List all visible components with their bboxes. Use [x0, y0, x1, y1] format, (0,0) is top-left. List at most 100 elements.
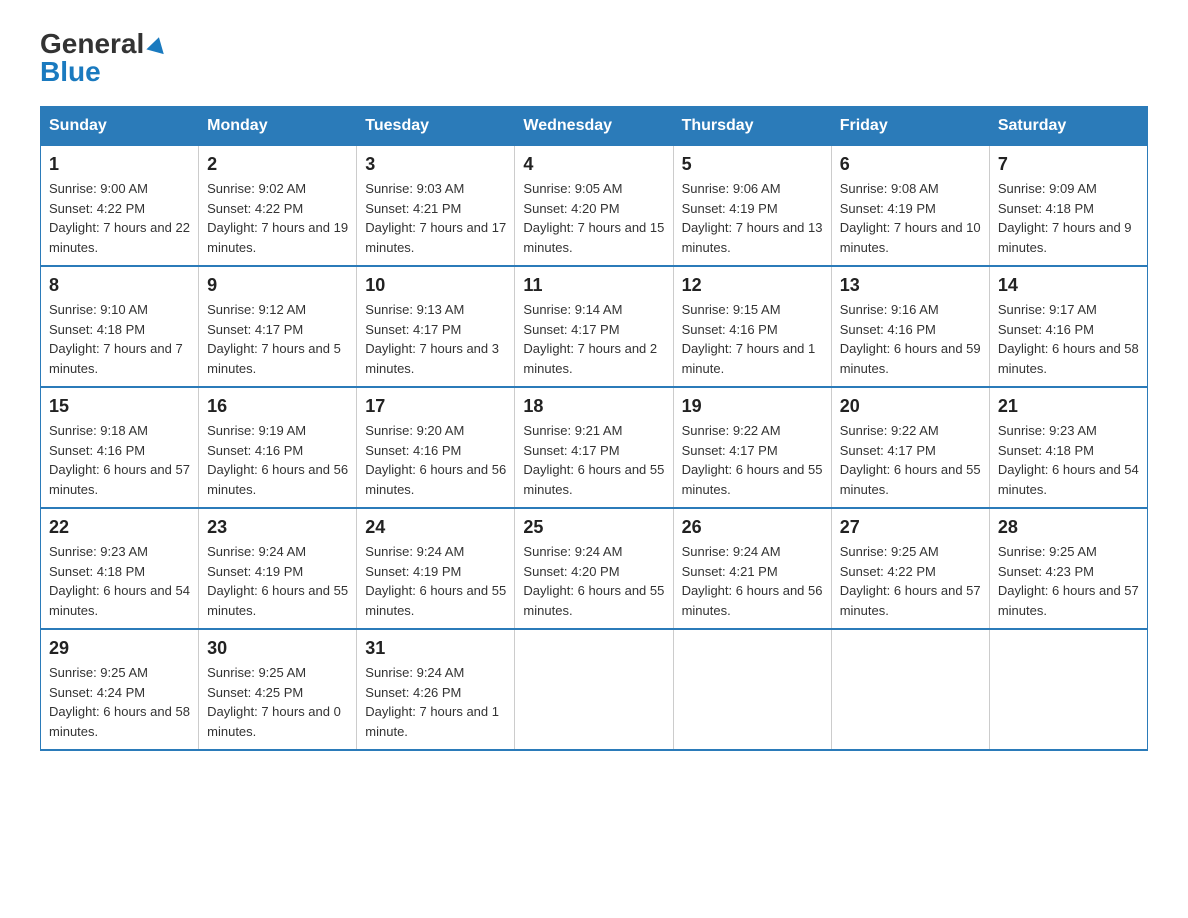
header-wednesday: Wednesday	[515, 107, 673, 146]
calendar-cell: 24 Sunrise: 9:24 AMSunset: 4:19 PMDayligh…	[357, 508, 515, 629]
calendar-cell: 27 Sunrise: 9:25 AMSunset: 4:22 PMDayligh…	[831, 508, 989, 629]
calendar-cell: 25Sunrise: 9:24 AMSunset: 4:20 PMDayligh…	[515, 508, 673, 629]
calendar-cell: 14 Sunrise: 9:17 AMSunset: 4:16 PMDayligh…	[989, 266, 1147, 387]
calendar-table: SundayMondayTuesdayWednesdayThursdayFrid…	[40, 106, 1148, 751]
day-number: 22	[49, 517, 190, 538]
day-info: Sunrise: 9:23 AMSunset: 4:18 PMDaylight:…	[998, 423, 1139, 497]
day-info: Sunrise: 9:24 AMSunset: 4:19 PMDaylight:…	[365, 544, 506, 618]
calendar-cell: 1 Sunrise: 9:00 AMSunset: 4:22 PMDaylight…	[41, 146, 199, 267]
day-number: 28	[998, 517, 1139, 538]
day-number: 18	[523, 396, 664, 417]
calendar-cell: 30Sunrise: 9:25 AMSunset: 4:25 PMDayligh…	[199, 629, 357, 750]
day-info: Sunrise: 9:20 AMSunset: 4:16 PMDaylight:…	[365, 423, 506, 497]
day-info: Sunrise: 9:23 AMSunset: 4:18 PMDaylight:…	[49, 544, 190, 618]
day-info: Sunrise: 9:18 AMSunset: 4:16 PMDaylight:…	[49, 423, 190, 497]
calendar-cell: 2Sunrise: 9:02 AMSunset: 4:22 PMDaylight…	[199, 146, 357, 267]
calendar-cell: 19 Sunrise: 9:22 AMSunset: 4:17 PMDayligh…	[673, 387, 831, 508]
header-friday: Friday	[831, 107, 989, 146]
header-saturday: Saturday	[989, 107, 1147, 146]
calendar-cell: 21 Sunrise: 9:23 AMSunset: 4:18 PMDayligh…	[989, 387, 1147, 508]
calendar-cell: 5 Sunrise: 9:06 AMSunset: 4:19 PMDaylight…	[673, 146, 831, 267]
day-number: 4	[523, 154, 664, 175]
day-number: 19	[682, 396, 823, 417]
day-number: 15	[49, 396, 190, 417]
day-number: 21	[998, 396, 1139, 417]
day-number: 7	[998, 154, 1139, 175]
calendar-cell: 12Sunrise: 9:15 AMSunset: 4:16 PMDayligh…	[673, 266, 831, 387]
day-info: Sunrise: 9:05 AMSunset: 4:20 PMDaylight:…	[523, 181, 664, 255]
day-info: Sunrise: 9:21 AMSunset: 4:17 PMDaylight:…	[523, 423, 664, 497]
calendar-cell: 9Sunrise: 9:12 AMSunset: 4:17 PMDaylight…	[199, 266, 357, 387]
day-info: Sunrise: 9:24 AMSunset: 4:21 PMDaylight:…	[682, 544, 823, 618]
header-tuesday: Tuesday	[357, 107, 515, 146]
day-info: Sunrise: 9:10 AMSunset: 4:18 PMDaylight:…	[49, 302, 183, 376]
day-info: Sunrise: 9:25 AMSunset: 4:25 PMDaylight:…	[207, 665, 341, 739]
day-number: 10	[365, 275, 506, 296]
page-header: General Blue	[40, 30, 1148, 86]
calendar-header-row: SundayMondayTuesdayWednesdayThursdayFrid…	[41, 107, 1148, 146]
day-number: 5	[682, 154, 823, 175]
calendar-cell: 11 Sunrise: 9:14 AMSunset: 4:17 PMDayligh…	[515, 266, 673, 387]
header-monday: Monday	[199, 107, 357, 146]
day-number: 24	[365, 517, 506, 538]
calendar-week-row: 15 Sunrise: 9:18 AMSunset: 4:16 PMDayligh…	[41, 387, 1148, 508]
calendar-cell	[989, 629, 1147, 750]
day-number: 6	[840, 154, 981, 175]
day-info: Sunrise: 9:15 AMSunset: 4:16 PMDaylight:…	[682, 302, 816, 376]
day-info: Sunrise: 9:19 AMSunset: 4:16 PMDaylight:…	[207, 423, 348, 497]
day-info: Sunrise: 9:00 AMSunset: 4:22 PMDaylight:…	[49, 181, 190, 255]
day-info: Sunrise: 9:25 AMSunset: 4:22 PMDaylight:…	[840, 544, 981, 618]
day-info: Sunrise: 9:08 AMSunset: 4:19 PMDaylight:…	[840, 181, 981, 255]
calendar-cell	[515, 629, 673, 750]
day-number: 1	[49, 154, 190, 175]
day-info: Sunrise: 9:02 AMSunset: 4:22 PMDaylight:…	[207, 181, 348, 255]
day-number: 27	[840, 517, 981, 538]
calendar-cell: 26 Sunrise: 9:24 AMSunset: 4:21 PMDayligh…	[673, 508, 831, 629]
calendar-cell: 6 Sunrise: 9:08 AMSunset: 4:19 PMDaylight…	[831, 146, 989, 267]
calendar-week-row: 29 Sunrise: 9:25 AMSunset: 4:24 PMDayligh…	[41, 629, 1148, 750]
day-number: 20	[840, 396, 981, 417]
calendar-cell: 28Sunrise: 9:25 AMSunset: 4:23 PMDayligh…	[989, 508, 1147, 629]
calendar-cell: 20Sunrise: 9:22 AMSunset: 4:17 PMDayligh…	[831, 387, 989, 508]
day-number: 29	[49, 638, 190, 659]
calendar-cell: 13Sunrise: 9:16 AMSunset: 4:16 PMDayligh…	[831, 266, 989, 387]
day-number: 11	[523, 275, 664, 296]
header-thursday: Thursday	[673, 107, 831, 146]
calendar-cell: 23 Sunrise: 9:24 AMSunset: 4:19 PMDayligh…	[199, 508, 357, 629]
day-info: Sunrise: 9:25 AMSunset: 4:24 PMDaylight:…	[49, 665, 190, 739]
day-info: Sunrise: 9:14 AMSunset: 4:17 PMDaylight:…	[523, 302, 657, 376]
day-info: Sunrise: 9:17 AMSunset: 4:16 PMDaylight:…	[998, 302, 1139, 376]
day-info: Sunrise: 9:12 AMSunset: 4:17 PMDaylight:…	[207, 302, 341, 376]
day-info: Sunrise: 9:06 AMSunset: 4:19 PMDaylight:…	[682, 181, 823, 255]
calendar-cell: 17 Sunrise: 9:20 AMSunset: 4:16 PMDayligh…	[357, 387, 515, 508]
day-number: 14	[998, 275, 1139, 296]
calendar-cell	[831, 629, 989, 750]
day-info: Sunrise: 9:24 AMSunset: 4:19 PMDaylight:…	[207, 544, 348, 618]
day-info: Sunrise: 9:16 AMSunset: 4:16 PMDaylight:…	[840, 302, 981, 376]
day-number: 17	[365, 396, 506, 417]
day-info: Sunrise: 9:22 AMSunset: 4:17 PMDaylight:…	[682, 423, 823, 497]
calendar-week-row: 1 Sunrise: 9:00 AMSunset: 4:22 PMDaylight…	[41, 146, 1148, 267]
calendar-cell: 15 Sunrise: 9:18 AMSunset: 4:16 PMDayligh…	[41, 387, 199, 508]
header-sunday: Sunday	[41, 107, 199, 146]
logo: General Blue	[40, 30, 166, 86]
calendar-cell: 31Sunrise: 9:24 AMSunset: 4:26 PMDayligh…	[357, 629, 515, 750]
day-info: Sunrise: 9:03 AMSunset: 4:21 PMDaylight:…	[365, 181, 506, 255]
calendar-cell: 22 Sunrise: 9:23 AMSunset: 4:18 PMDayligh…	[41, 508, 199, 629]
calendar-cell: 3Sunrise: 9:03 AMSunset: 4:21 PMDaylight…	[357, 146, 515, 267]
calendar-cell: 8 Sunrise: 9:10 AMSunset: 4:18 PMDaylight…	[41, 266, 199, 387]
day-info: Sunrise: 9:09 AMSunset: 4:18 PMDaylight:…	[998, 181, 1132, 255]
logo-general-text: General	[40, 30, 144, 58]
logo-blue-text: Blue	[40, 58, 101, 86]
calendar-cell: 18 Sunrise: 9:21 AMSunset: 4:17 PMDayligh…	[515, 387, 673, 508]
calendar-cell: 10Sunrise: 9:13 AMSunset: 4:17 PMDayligh…	[357, 266, 515, 387]
day-number: 8	[49, 275, 190, 296]
day-number: 16	[207, 396, 348, 417]
day-number: 26	[682, 517, 823, 538]
calendar-week-row: 8 Sunrise: 9:10 AMSunset: 4:18 PMDaylight…	[41, 266, 1148, 387]
calendar-week-row: 22 Sunrise: 9:23 AMSunset: 4:18 PMDayligh…	[41, 508, 1148, 629]
calendar-cell: 16 Sunrise: 9:19 AMSunset: 4:16 PMDayligh…	[199, 387, 357, 508]
day-info: Sunrise: 9:24 AMSunset: 4:20 PMDaylight:…	[523, 544, 664, 618]
day-number: 31	[365, 638, 506, 659]
day-number: 23	[207, 517, 348, 538]
